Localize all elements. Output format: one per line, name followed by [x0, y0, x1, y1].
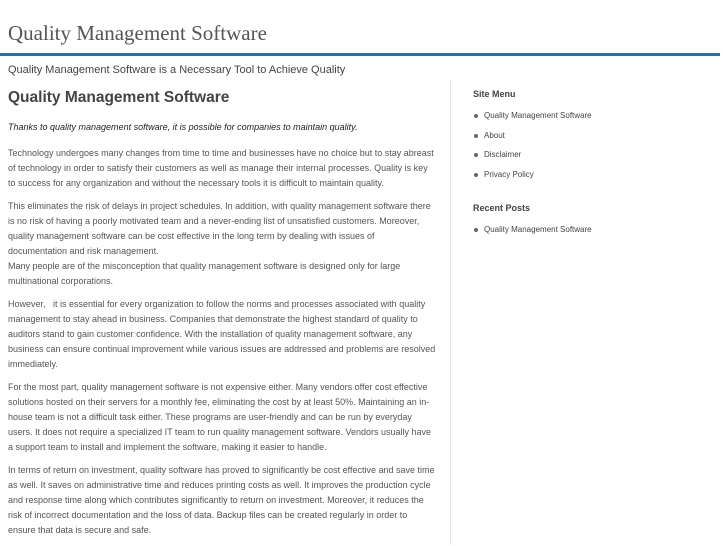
- post-paragraph: Technology undergoes many changes from t…: [8, 148, 434, 188]
- post-paragraph: In terms of return on investment, qualit…: [8, 465, 435, 535]
- menu-item-disclaimer[interactable]: Disclaimer: [473, 145, 713, 165]
- post-paragraph: This eliminates the risk of delays in pr…: [8, 201, 431, 286]
- site-menu-heading: Site Menu: [473, 89, 516, 99]
- site-tagline: Quality Management Software is a Necessa…: [8, 64, 346, 76]
- recent-posts-heading: Recent Posts: [473, 202, 531, 213]
- post-paragraph: However, it is essential for every organ…: [8, 299, 438, 369]
- sidebar: Site Menu Quality Management Software Ab…: [473, 88, 713, 257]
- recent-post-link[interactable]: Quality Management Software: [473, 220, 713, 240]
- site-menu-list: Quality Management Software About Discla…: [473, 106, 713, 185]
- header-divider: [0, 53, 720, 56]
- sidebar-divider: [450, 80, 451, 545]
- post-title[interactable]: Quality Management Software: [8, 88, 436, 108]
- post-paragraph: For the most part, quality management so…: [8, 382, 432, 452]
- menu-item-privacy-policy[interactable]: Privacy Policy: [473, 165, 713, 185]
- menu-item-about[interactable]: About: [473, 126, 713, 146]
- post-intro: Thanks to quality management software, i…: [8, 122, 358, 132]
- recent-posts-list: Quality Management Software: [473, 220, 713, 240]
- main-content: Quality Management Software Thanks to qu…: [8, 88, 436, 546]
- site-title[interactable]: Quality Management Software: [8, 21, 267, 46]
- menu-item-quality-management-software[interactable]: Quality Management Software: [473, 106, 713, 126]
